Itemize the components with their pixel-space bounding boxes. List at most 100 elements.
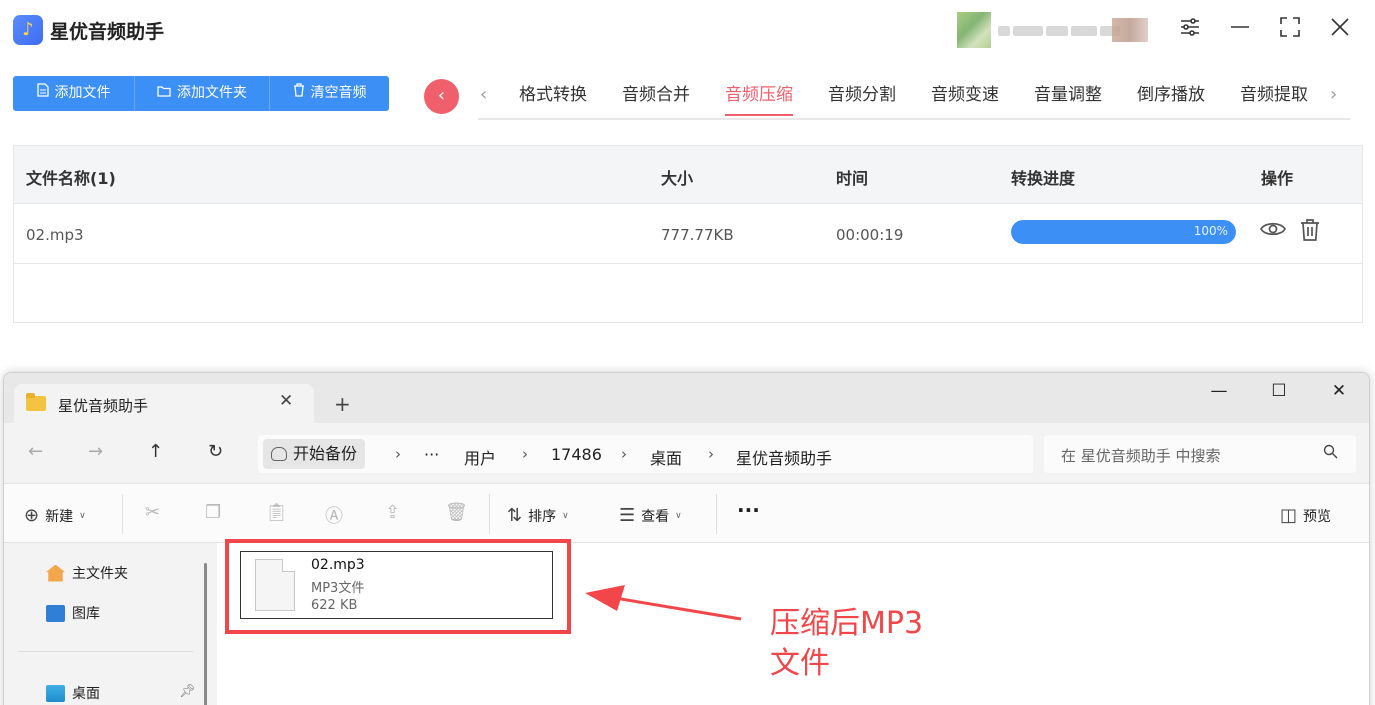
trash-icon	[293, 76, 305, 111]
annotation-text: 压缩后MP3 文件	[770, 604, 923, 684]
file-icon	[36, 76, 49, 111]
minimize-icon[interactable]: —	[1204, 381, 1234, 401]
folder-outline-icon	[157, 76, 171, 111]
breadcrumb-users[interactable]: 用户	[464, 445, 496, 469]
file-explorer-window: 星优音频助手 ✕ + — ☐ ✕ ← → ↑ ↻ 开始备份 › ··· 用户 ›…	[3, 372, 1370, 705]
tab-label: 音量调整	[1034, 85, 1102, 105]
tab-audio-split[interactable]: 音频分割	[827, 76, 930, 118]
chevron-down-icon: ∨	[675, 510, 682, 521]
share-icon[interactable]: ⇪	[385, 502, 400, 523]
backup-chip[interactable]: 开始备份	[263, 439, 366, 469]
paste-icon[interactable]: 📋︎	[265, 502, 288, 523]
tab-label: 格式转换	[519, 85, 587, 105]
annotation-line-2: 文件	[770, 646, 830, 681]
trash-delete-icon[interactable]	[1299, 218, 1321, 248]
sort-button[interactable]: ⇅ 排序 ∨	[507, 505, 569, 526]
view-label: 查看	[641, 508, 670, 525]
annotation-arrow-icon	[585, 585, 742, 621]
clear-audio-label: 清空音频	[310, 85, 367, 101]
tab-label: 倒序播放	[1137, 85, 1205, 105]
tab-audio-compress[interactable]: 音频压缩	[724, 76, 827, 118]
minimize-icon[interactable]	[1226, 16, 1254, 44]
table-header: 文件名称(1) 大小 时间 转换进度 操作	[14, 146, 1362, 204]
divider	[18, 651, 193, 652]
tab-label: 音频合并	[622, 85, 690, 105]
maximize-icon[interactable]	[1276, 16, 1304, 44]
pin-icon[interactable]: 📌︎	[179, 684, 196, 699]
tab-close-icon[interactable]: ✕	[279, 391, 293, 411]
delete-icon[interactable]: 🗑︎	[445, 502, 468, 523]
app-title: 星优音频助手	[50, 21, 165, 43]
explorer-tab-strip: 星优音频助手 ✕ + — ☐ ✕	[4, 373, 1369, 424]
divider	[716, 494, 717, 534]
tab-audio-extract[interactable]: 音频提取	[1239, 76, 1342, 118]
column-header-actions: 操作	[1261, 169, 1294, 188]
annotation-highlight-box	[225, 539, 571, 634]
explorer-navigation-bar: ← → ↑ ↻ 开始备份 › ··· 用户 › 17486 › 桌面 › 星优音…	[4, 423, 1369, 483]
tab-audio-merge[interactable]: 音频合并	[621, 76, 724, 118]
breadcrumb-separator-icon: ›	[395, 445, 401, 463]
file-table: 文件名称(1) 大小 时间 转换进度 操作 02.mp3 777.77KB 00…	[13, 145, 1363, 323]
tab-audio-speed[interactable]: 音频变速	[930, 76, 1033, 118]
close-icon[interactable]: ✕	[1324, 381, 1354, 401]
new-tab-plus-icon[interactable]: +	[334, 392, 351, 416]
breadcrumb-user-folder[interactable]: 17486	[551, 445, 602, 464]
table-row[interactable]: 02.mp3 777.77KB 00:00:19 100%	[14, 204, 1362, 264]
sidebar-scrollbar[interactable]	[204, 563, 207, 705]
up-arrow-icon[interactable]: ↑	[148, 441, 163, 462]
add-file-button[interactable]: 添加文件	[13, 76, 135, 111]
tabs-next-chevron-icon[interactable]: ›	[1330, 84, 1337, 105]
tab-label: 音频提取	[1240, 85, 1308, 105]
column-header-size: 大小	[661, 169, 694, 188]
sidebar-item-home[interactable]: 主文件夹	[46, 563, 128, 583]
breadcrumb-separator-icon: ›	[522, 445, 528, 463]
settings-sliders-icon[interactable]	[1176, 16, 1204, 44]
cell-duration: 00:00:19	[836, 226, 904, 244]
breadcrumb-separator-icon: ›	[621, 445, 627, 463]
refresh-icon[interactable]: ↻	[208, 441, 223, 462]
add-folder-button[interactable]: 添加文件夹	[135, 76, 270, 111]
clear-audio-button[interactable]: 清空音频	[270, 76, 389, 111]
view-button[interactable]: ☰ 查看 ∨	[619, 505, 682, 526]
tab-reverse-play[interactable]: 倒序播放	[1136, 76, 1239, 118]
preview-pane-button[interactable]: ◫ 预览	[1280, 505, 1331, 526]
forward-arrow-icon[interactable]: →	[88, 441, 103, 462]
navigation-pane: 主文件夹 图库 桌面 📌︎	[4, 543, 214, 705]
explorer-tab[interactable]: 星优音频助手 ✕	[14, 384, 314, 424]
column-header-time: 时间	[836, 169, 869, 188]
tabs-prev-chevron-icon[interactable]: ‹	[480, 84, 487, 105]
maximize-icon[interactable]: ☐	[1264, 381, 1294, 401]
folder-icon	[26, 393, 46, 411]
search-box[interactable]: 在 星优音频助手 中搜索	[1044, 435, 1356, 473]
collapse-chevron-left-icon[interactable]: ‹	[424, 79, 459, 114]
divider	[122, 494, 123, 534]
preview-pane-icon: ◫	[1280, 505, 1298, 526]
breadcrumb-separator-icon: ›	[708, 445, 714, 463]
gallery-icon	[46, 604, 65, 622]
feature-tabs: ‹ 格式转换 音频合并 音频压缩 音频分割 音频变速 音量调整 倒序播放 音频提…	[478, 76, 1350, 120]
more-options-button[interactable]: ···	[737, 498, 760, 522]
breadcrumb-desktop[interactable]: 桌面	[650, 445, 682, 469]
cut-icon[interactable]: ✂	[145, 502, 160, 523]
cell-file-name: 02.mp3	[26, 226, 84, 244]
rename-icon[interactable]: Ⓐ	[325, 502, 343, 528]
breadcrumb-ellipsis[interactable]: ···	[424, 445, 439, 464]
annotation-line-1: 压缩后MP3	[770, 606, 924, 641]
tab-format-convert[interactable]: 格式转换	[518, 76, 621, 118]
sidebar-item-gallery[interactable]: 图库	[46, 603, 100, 623]
sidebar-item-desktop[interactable]: 桌面	[46, 683, 100, 703]
tab-volume-adjust[interactable]: 音量调整	[1033, 76, 1136, 118]
breadcrumb-current-folder[interactable]: 星优音频助手	[736, 445, 832, 469]
cloud-backup-icon	[271, 447, 287, 461]
column-header-progress: 转换进度	[1011, 169, 1076, 188]
sidebar-item-label: 图库	[72, 606, 100, 622]
user-avatar[interactable]	[957, 12, 991, 48]
search-icon[interactable]	[1323, 444, 1338, 463]
address-bar[interactable]: 开始备份 › ··· 用户 › 17486 › 桌面 › 星优音频助手	[258, 435, 1033, 473]
eye-preview-icon[interactable]	[1260, 218, 1286, 246]
title-bar: ♪ 星优音频助手	[0, 0, 1375, 62]
new-button[interactable]: ⊕ 新建 ∨	[24, 505, 86, 526]
back-arrow-icon[interactable]: ←	[28, 441, 43, 462]
close-icon[interactable]	[1326, 16, 1354, 44]
copy-icon[interactable]: ❐	[205, 502, 221, 523]
